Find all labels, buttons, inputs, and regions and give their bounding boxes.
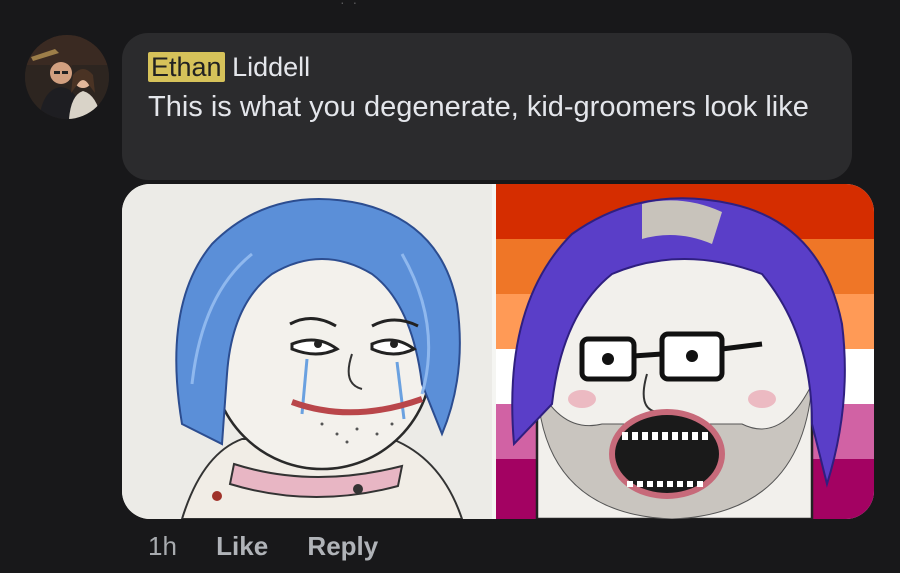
reply-button[interactable]: Reply — [307, 528, 378, 564]
avatar[interactable] — [25, 35, 109, 119]
comment-actions: 1h Like Reply — [148, 528, 410, 564]
avatar-photo-icon — [25, 35, 109, 119]
clipped-previous-content: · · — [340, 0, 360, 10]
author-last-name[interactable]: Liddell — [232, 52, 310, 82]
like-button[interactable]: Like — [216, 528, 268, 564]
author-first-name-highlighted[interactable]: Ethan — [148, 52, 225, 82]
comment-text: This is what you degenerate, kid-groomer… — [148, 91, 809, 123]
meme-image[interactable] — [122, 184, 874, 519]
meme-illustration-icon — [122, 184, 874, 519]
comment-author[interactable]: Ethan Liddell — [148, 50, 310, 84]
timestamp: 1h — [148, 531, 177, 561]
